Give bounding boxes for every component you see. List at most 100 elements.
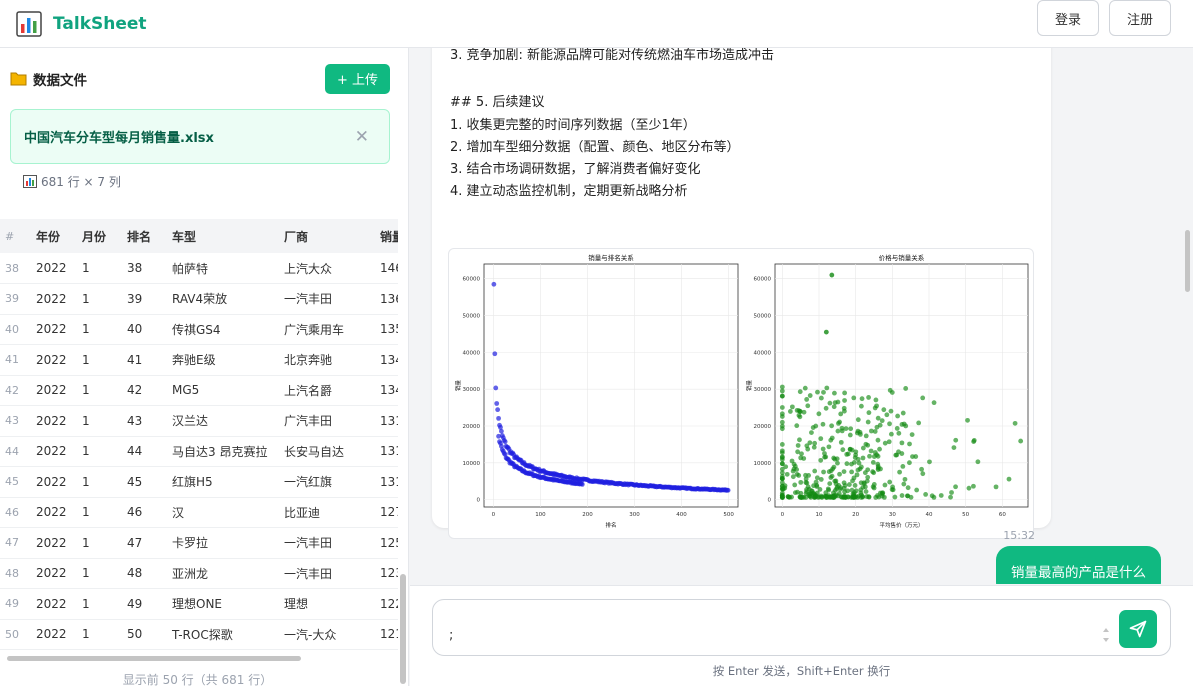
x-tick-label: 200	[582, 512, 593, 518]
table-row[interactable]: 382022138帕萨特上汽大众146	[0, 253, 398, 284]
data-point	[931, 494, 937, 500]
login-button[interactable]: 登录	[1036, 0, 1099, 36]
file-card[interactable]: 中国汽车分车型每月销售量.xlsx ✕	[10, 109, 390, 164]
data-point	[877, 446, 882, 452]
data-point	[872, 450, 878, 455]
table-row[interactable]: 462022146汉比亚迪127	[0, 497, 398, 528]
data-point	[817, 486, 823, 492]
table-row[interactable]: 392022139RAV4荣放一汽丰田136	[0, 283, 398, 315]
y-tick-label: 50000	[463, 314, 481, 320]
input-area: ; 按 Enter 发送，Shift+Enter 换行	[410, 585, 1193, 686]
register-button[interactable]: 注册	[1108, 0, 1171, 36]
x-tick-label: 40	[926, 512, 933, 518]
cell-year: 2022	[30, 588, 76, 620]
data-point	[870, 460, 876, 465]
data-point	[502, 439, 508, 445]
cell-sales: 146	[374, 253, 398, 284]
x-axis-label: 平均售价（万元）	[879, 521, 923, 529]
table-row[interactable]: 432022143汉兰达广汽丰田131	[0, 405, 398, 437]
cell-maker: 一汽丰田	[278, 283, 374, 315]
table-row[interactable]: 412022141奔驰E级北京奔驰134	[0, 344, 398, 376]
y-tick-label: 0	[768, 498, 772, 504]
logo[interactable]: TalkSheet	[16, 10, 147, 37]
cell-rank: 38	[121, 253, 166, 284]
upload-button[interactable]: + 上传	[324, 63, 390, 94]
table-vertical-scrollbar[interactable]	[400, 574, 406, 684]
x-tick-label: 100	[535, 512, 546, 518]
data-point	[779, 470, 785, 476]
y-tick-label: 60000	[754, 277, 772, 283]
cell-rank: 48	[121, 558, 166, 589]
data-point	[866, 395, 871, 400]
cell-index: 49	[0, 588, 30, 620]
data-point	[823, 454, 829, 460]
table-row[interactable]: 482022148亚洲龙一汽丰田123	[0, 558, 398, 589]
data-point	[841, 408, 847, 414]
data-point	[875, 437, 881, 443]
data-point	[907, 460, 912, 466]
chart-image[interactable]: 0 10000 20000 30000 40000 50000 60000 0 100 200 30…	[448, 248, 1034, 539]
data-point	[818, 395, 824, 401]
data-point	[975, 459, 981, 465]
cell-index: 38	[0, 253, 30, 284]
cell-sales: 127	[374, 497, 398, 528]
message-input[interactable]: ;	[432, 599, 1171, 656]
table-row[interactable]: 402022140传祺GS4广汽乘用车135	[0, 314, 398, 345]
table-row[interactable]: 492022149理想ONE理想122	[0, 588, 398, 620]
chat-scrollbar[interactable]	[1185, 230, 1190, 292]
data-point	[860, 494, 865, 499]
table-row[interactable]: 442022144马自达3 昂克赛拉长安马自达131	[0, 436, 398, 467]
data-point	[1006, 476, 1012, 482]
folder-icon	[10, 72, 27, 86]
data-table-wrapper[interactable]: # 年份 月份 排名 车型 厂商 销量 382022138帕萨特上汽大众1463…	[0, 219, 398, 656]
suggestion-line: 4. 建立动态监控机制，定期更新战略分析	[450, 184, 688, 199]
send-icon	[1129, 620, 1147, 638]
data-point	[848, 426, 854, 432]
data-point	[499, 428, 504, 434]
data-point	[879, 418, 885, 424]
x-tick-label: 60	[999, 512, 1006, 518]
cell-model: RAV4荣放	[166, 283, 278, 315]
cell-year: 2022	[30, 466, 76, 498]
data-point	[807, 493, 813, 499]
cell-maker: 上汽名爵	[278, 375, 374, 406]
table-row[interactable]: 422022142MG5上汽名爵134	[0, 375, 398, 406]
table-row[interactable]: 472022147卡罗拉一汽丰田125	[0, 527, 398, 559]
data-point	[953, 484, 958, 490]
data-point	[826, 494, 832, 500]
y-axis-label: 销量	[454, 380, 462, 392]
table-row[interactable]: 502022150T-ROC探歌一汽-大众121	[0, 619, 398, 650]
data-point	[850, 478, 855, 484]
cell-month: 1	[76, 253, 121, 284]
data-point	[842, 390, 848, 396]
cell-model: 汉兰达	[166, 405, 278, 437]
cell-rank: 49	[121, 588, 166, 620]
data-point	[837, 471, 842, 477]
cell-model: 帕萨特	[166, 253, 278, 284]
data-point	[899, 422, 905, 427]
data-point	[814, 475, 820, 481]
cell-month: 1	[76, 405, 121, 437]
chart-title: 销量与排名关系	[588, 253, 634, 262]
data-point	[851, 494, 857, 499]
data-point	[866, 410, 872, 416]
data-point	[826, 487, 832, 493]
data-point	[816, 411, 822, 417]
data-point	[966, 485, 972, 491]
cell-index: 44	[0, 436, 30, 467]
cell-sales: 131	[374, 436, 398, 467]
data-point	[873, 397, 879, 403]
cell-maker: 一汽丰田	[278, 527, 374, 559]
data-point	[795, 489, 800, 495]
resize-arrows-icon[interactable]	[1102, 626, 1110, 644]
send-button[interactable]	[1119, 610, 1157, 648]
table-horizontal-scrollbar[interactable]	[7, 656, 301, 661]
data-point	[913, 454, 919, 459]
data-point	[902, 476, 908, 482]
data-point	[832, 400, 838, 406]
table-row[interactable]: 452022145红旗H5一汽红旗131	[0, 466, 398, 498]
data-point	[779, 461, 785, 467]
close-icon[interactable]: ✕	[355, 127, 369, 147]
message-input-text: ;	[449, 628, 454, 643]
data-point	[900, 463, 906, 469]
